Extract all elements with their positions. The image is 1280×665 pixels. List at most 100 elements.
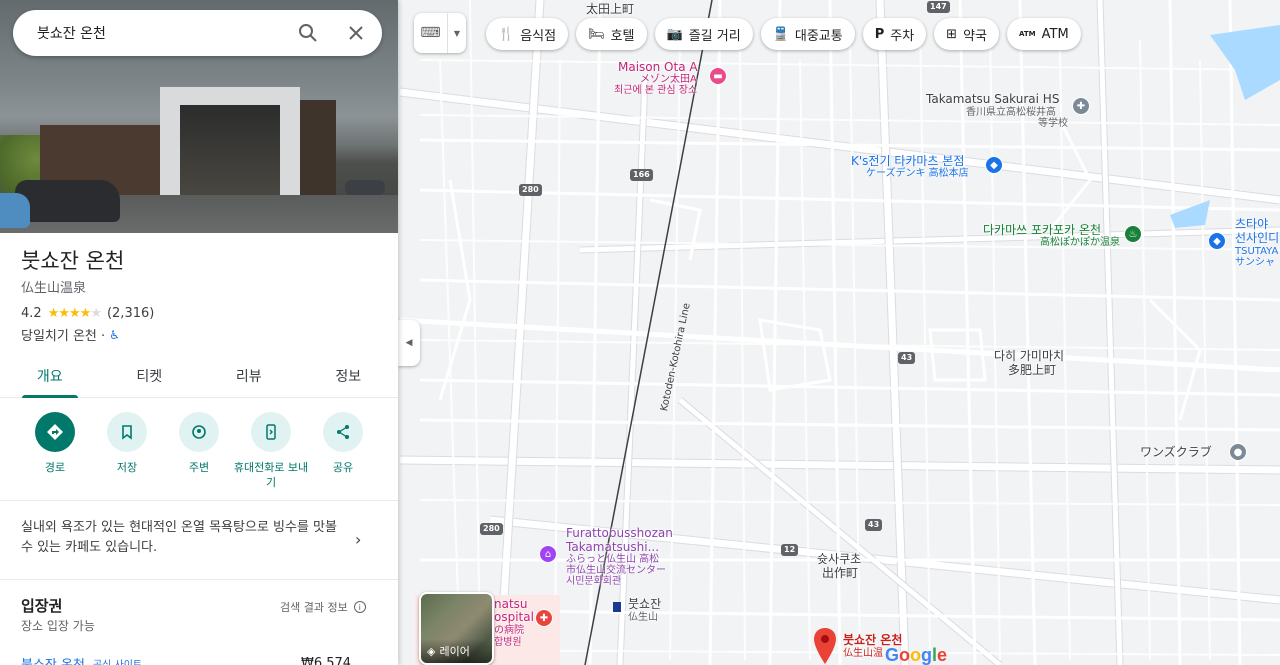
shopping-icon[interactable]: ◆: [1208, 232, 1226, 250]
map-label-tsutaya-jp2: サンシャ: [1235, 257, 1275, 268]
search-box: [13, 10, 382, 56]
map-label-sakurai-hs-jp2: 等学校: [1038, 118, 1068, 129]
bookmark-icon: [122, 425, 132, 440]
chip-transit[interactable]: 🚆 대중교통: [760, 18, 855, 50]
transit-icon: 🚆: [772, 26, 789, 42]
place-panel: 붓쇼잔 온천 仏生山温泉 4.2 ★★★★★ (2,316) 당일치기 온천 ·…: [0, 0, 398, 665]
directions-button[interactable]: 경로: [19, 412, 91, 490]
map-label-tahi1: 다히 가미마치: [994, 349, 1065, 363]
layers-button[interactable]: ◈ 레이어: [419, 592, 494, 665]
rating-value: 4.2: [21, 306, 42, 321]
search-icon[interactable]: [298, 23, 318, 43]
chevron-down-icon[interactable]: ▼: [448, 29, 466, 38]
map-label-pin2: 仏生山温: [843, 648, 883, 659]
tab-reviews[interactable]: 리뷰: [199, 355, 299, 397]
official-site-badge: 공식 사이트: [92, 659, 143, 665]
nearby-button[interactable]: 주변: [163, 412, 235, 490]
wheelchair-icon[interactable]: ♿: [109, 328, 120, 342]
send-to-phone-button[interactable]: 휴대전화로 보내기: [234, 412, 308, 490]
restaurant-icon: 🍴: [498, 26, 515, 42]
save-button[interactable]: 저장: [91, 412, 163, 490]
chip-pharmacy[interactable]: ⊞ 약국: [934, 18, 999, 50]
chip-parking[interactable]: P 주차: [862, 18, 927, 50]
search-input[interactable]: [37, 25, 277, 41]
map-label-furatto1[interactable]: Furattobusshozan: [566, 526, 673, 540]
category-row: 당일치기 온천 · ♿: [21, 325, 154, 345]
parking-icon: P: [874, 26, 885, 42]
camera-icon: 📷: [666, 26, 683, 42]
map-label-pokapoka[interactable]: 다카마쓰 포카포카 온천: [983, 223, 1101, 237]
tickets-title: 입장권: [21, 597, 63, 615]
train-station-icon[interactable]: [613, 602, 621, 612]
road-shield: 12: [781, 544, 799, 556]
input-tools-button[interactable]: ⌨ ▼: [414, 13, 466, 53]
chip-atm[interactable]: ATM ATM: [1007, 18, 1081, 50]
map-label-ks-denki[interactable]: K's전기 타카마츠 본점: [851, 154, 964, 168]
map-label-shussaku1: 슛사쿠초: [817, 552, 862, 566]
map-label-tsutaya1[interactable]: 츠타야: [1235, 217, 1268, 231]
place-tabs: 개요 티켓 리뷰 정보: [0, 355, 398, 398]
hot-spring-icon[interactable]: ♨: [1124, 225, 1142, 243]
map-label-hospital-jp2: 합병원: [494, 637, 522, 648]
pharmacy-icon: ⊞: [946, 26, 958, 42]
map-label-ks-denki-jp: ケーズデンキ 高松本店: [866, 168, 969, 179]
map-label-pokapoka-jp: 高松ぽかぽか温泉: [1040, 237, 1120, 248]
review-count[interactable]: (2,316): [107, 306, 154, 321]
road-shield: 147: [927, 1, 950, 13]
info-icon: i: [353, 601, 366, 613]
road-shield: 280: [480, 523, 503, 535]
place-description[interactable]: 실내외 욕조가 있는 현대적인 온열 목욕탕으로 빙수를 맛볼 수 있는 카페도…: [21, 518, 341, 558]
map-label-maison-ota[interactable]: Maison Ota A: [618, 60, 698, 74]
place-info: 붓쇼잔 온천 仏生山温泉 4.2 ★★★★★ (2,316) 당일치기 온천 ·…: [21, 246, 154, 344]
community-center-icon[interactable]: ⌂: [539, 545, 557, 563]
selected-place-pin-icon[interactable]: [814, 628, 836, 664]
collapse-panel-button[interactable]: ◀: [398, 320, 420, 366]
road-shield: 43: [898, 352, 916, 364]
google-logo: Google: [885, 645, 948, 665]
map-label-tsutaya2: 선사인디: [1235, 231, 1280, 245]
hotel-pin-icon[interactable]: ▬: [709, 67, 727, 85]
map-label-hospital1[interactable]: natsu: [494, 597, 528, 611]
road-shield: 43: [865, 519, 883, 531]
road-shield: 280: [519, 184, 542, 196]
ticket-price: ₩6,574: [301, 655, 352, 665]
action-buttons: 경로 저장 주변 휴대전화로 보내기 공유: [19, 412, 379, 490]
chip-restaurants[interactable]: 🍴 음식점: [486, 18, 569, 50]
chip-hotels[interactable]: 🛏 호텔: [576, 18, 647, 50]
place-pin-icon[interactable]: ●: [1229, 443, 1247, 461]
ticket-vendor: 붓쇼잔 온천: [21, 657, 85, 665]
atm-icon: ATM: [1019, 30, 1036, 38]
nearby-icon: [192, 425, 206, 439]
layers-icon: ◈: [427, 644, 436, 658]
ticket-offer-row[interactable]: 붓쇼잔 온천 공식 사이트 ₩6,574: [21, 653, 381, 665]
school-icon[interactable]: ✚: [1072, 97, 1090, 115]
category-chips: 🍴 음식점 🛏 호텔 📷 즐길 거리 🚆 대중교통 P 주차 ⊞ 약국 ATM ATM: [486, 18, 1081, 50]
shopping-icon[interactable]: ◆: [985, 156, 1003, 174]
rating-row: 4.2 ★★★★★ (2,316): [21, 306, 154, 321]
map-label-sakurai-hs[interactable]: Takamatsu Sakurai HS: [926, 92, 1059, 106]
map-label-recently-viewed: 최근에 본 관심 장소: [614, 85, 698, 96]
map-label-tahi2: 多肥上町: [1008, 363, 1057, 377]
divider: [0, 579, 398, 580]
tab-about[interactable]: 정보: [299, 355, 399, 397]
hospital-icon[interactable]: ✚: [535, 609, 553, 627]
map-label-wanzu[interactable]: ワンズクラブ: [1140, 445, 1212, 459]
tickets-source[interactable]: 검색 결과 정보 i: [280, 599, 366, 615]
tab-tickets[interactable]: 티켓: [100, 355, 200, 397]
keyboard-icon[interactable]: ⌨: [414, 13, 448, 53]
road-shield: 166: [630, 169, 653, 181]
map-label-furatto-jp3: 시민문화회관: [566, 576, 622, 587]
map-label-furatto2: Takamatsushi...: [566, 540, 660, 554]
directions-icon: [47, 424, 63, 440]
divider: [0, 500, 398, 501]
chevron-right-icon[interactable]: ›: [355, 530, 361, 549]
map-label-station1[interactable]: 붓쇼잔: [628, 597, 661, 611]
tab-overview[interactable]: 개요: [0, 355, 100, 398]
share-button[interactable]: 공유: [307, 412, 379, 490]
map-label-hospital2: ospital: [494, 610, 534, 624]
place-title: 붓쇼잔 온천: [21, 249, 125, 273]
place-category[interactable]: 당일치기 온천 ·: [21, 325, 105, 344]
close-icon[interactable]: [346, 23, 366, 43]
phone-icon: [266, 424, 276, 440]
chip-things-to-do[interactable]: 📷 즐길 거리: [654, 18, 753, 50]
